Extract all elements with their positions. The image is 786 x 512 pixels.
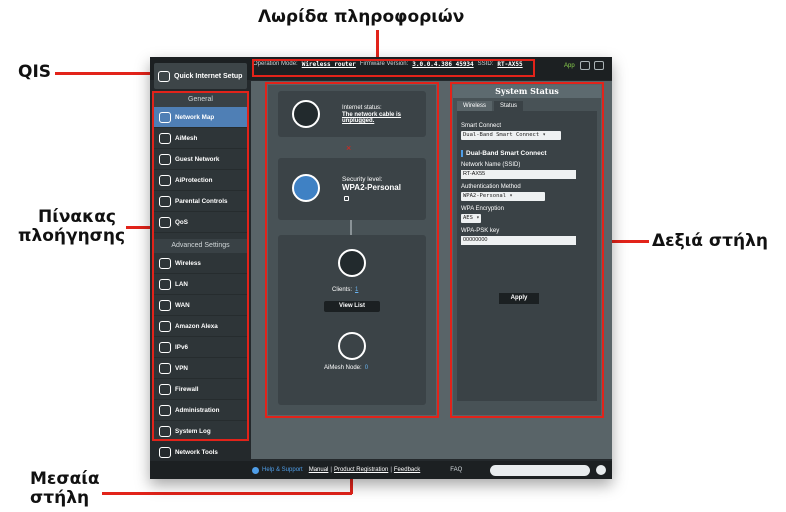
callout-mid-col: Μεσαία στήλη xyxy=(30,470,100,507)
search-icon[interactable] xyxy=(596,465,606,475)
faq-search-input[interactable] xyxy=(490,465,590,476)
sidebar-item-label: Network Tools xyxy=(175,448,218,456)
highlight-info-bar xyxy=(252,59,535,77)
callout-right-col: Δεξιά στήλη xyxy=(652,231,768,251)
product-registration-link[interactable]: Product Registration xyxy=(334,467,388,473)
footer-sep: | xyxy=(390,467,392,473)
help-icon xyxy=(252,466,259,474)
help-support-label: Help & Support xyxy=(262,467,303,473)
highlight-nav-panel xyxy=(152,91,249,441)
callout-qis: QIS xyxy=(18,62,52,82)
qis-icon xyxy=(158,70,170,82)
callout-info-bar-line xyxy=(376,30,379,60)
callout-qis-line xyxy=(55,72,155,75)
qis-label: Quick Internet Setup xyxy=(174,72,243,80)
quick-internet-setup-button[interactable]: Quick Internet Setup xyxy=(154,63,247,89)
feedback-link[interactable]: Feedback xyxy=(394,467,420,473)
callout-nav-panel: Πίνακας πλοήγησης xyxy=(18,207,138,245)
faq-label: FAQ xyxy=(450,467,463,473)
sidebar-item-network-tools[interactable]: Network Tools xyxy=(154,442,247,463)
app-link[interactable]: App xyxy=(564,63,575,69)
footer-sep: | xyxy=(330,467,332,473)
callout-mid-line-h xyxy=(102,492,352,495)
callout-nav-panel-line2: πλοήγησης xyxy=(18,225,126,246)
callout-mid-col-line1: Μεσαία xyxy=(30,469,100,489)
router-ui-screenshot: Operation Mode: Wireless router Firmware… xyxy=(150,57,612,479)
network-tools-icon xyxy=(159,446,171,458)
highlight-right-column xyxy=(450,82,604,418)
callout-mid-col-line2: στήλη xyxy=(30,487,90,508)
usb-icon[interactable] xyxy=(580,61,590,70)
notification-icon[interactable] xyxy=(594,61,604,70)
manual-link[interactable]: Manual xyxy=(309,467,329,473)
callout-info-bar: Λωρίδα πληροφοριών xyxy=(258,7,465,27)
highlight-middle-column xyxy=(265,82,439,418)
callout-nav-panel-line1: Πίνακας xyxy=(38,207,116,227)
